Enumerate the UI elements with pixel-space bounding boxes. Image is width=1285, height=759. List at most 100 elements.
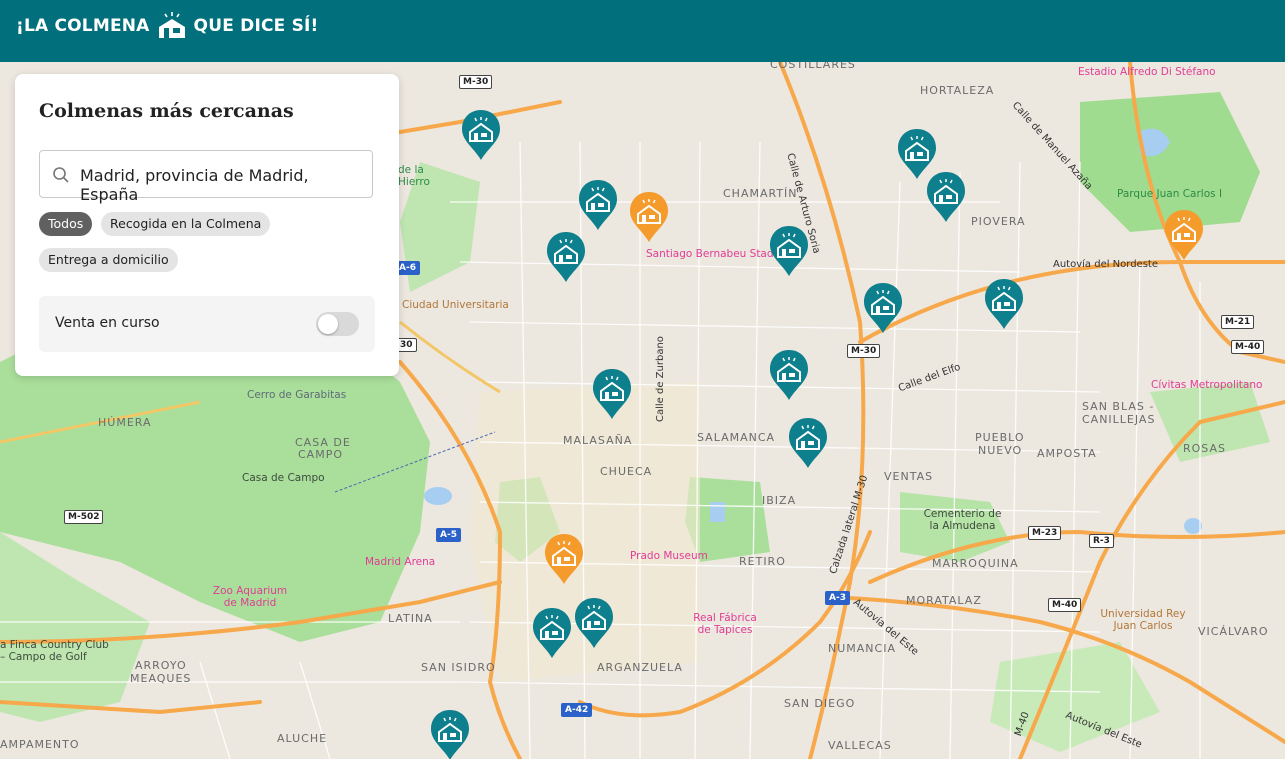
hive-pin[interactable] — [429, 708, 471, 759]
search-icon — [53, 167, 69, 183]
poi-label[interactable]: Estadio Alfredo Di Stéfano — [1078, 66, 1216, 78]
nearest-hives-panel: Colmenas más cercanas Madrid, provincia … — [15, 74, 399, 376]
road-shield: M-30 — [847, 344, 881, 358]
hive-pin[interactable] — [925, 170, 967, 224]
hive-marker-icon — [789, 418, 827, 468]
district-label: AMPOSTA — [1037, 447, 1097, 460]
poi-label[interactable]: Cementerio de la Almudena — [920, 508, 1005, 532]
poi-label[interactable]: Ciudad Universitaria — [402, 299, 509, 311]
district-label: ROSAS — [1183, 442, 1226, 455]
hive-pin[interactable] — [983, 277, 1025, 331]
district-label: AMPAMENTO — [0, 738, 80, 751]
district-label: SAN BLAS - — [1082, 400, 1155, 413]
filter-chip-entrega[interactable]: Entrega a domicilio — [39, 248, 178, 272]
hive-marker-icon — [770, 226, 808, 276]
filter-chip-todos[interactable]: Todos — [39, 212, 93, 236]
filter-chip-recogida[interactable]: Recogida en la Colmena — [101, 212, 271, 236]
poi-label[interactable]: a Finca Country Club – Campo de Golf — [0, 639, 110, 663]
hive-pin-orange[interactable] — [543, 532, 585, 586]
district-label: SALAMANCA — [697, 431, 776, 444]
hive-pin[interactable] — [531, 606, 573, 660]
road-shield: 30 — [396, 338, 417, 352]
poi-label[interactable]: Parque Juan Carlos I — [1117, 188, 1222, 200]
district-label: IBIZA — [762, 494, 797, 507]
district-label: VENTAS — [884, 470, 934, 483]
district-label: ARGANZUELA — [597, 661, 683, 674]
hive-marker-icon — [1165, 210, 1203, 260]
hive-marker-icon — [545, 534, 583, 584]
hive-marker-icon — [864, 283, 902, 333]
district-label: HÚMERA — [98, 416, 152, 429]
hive-marker-icon — [533, 608, 571, 658]
district-label: MEAQUES — [130, 672, 192, 685]
district-label: SAN ISIDRO — [421, 661, 496, 674]
district-label: SAN DIEGO — [784, 697, 856, 710]
district-label: NUMANCIA — [828, 642, 896, 655]
district-label: VICÁLVARO — [1198, 625, 1269, 638]
district-label: COSTILLARES — [770, 62, 856, 71]
poi-label[interactable]: Santiago Bernabeu Stadium — [646, 248, 793, 260]
hive-marker-icon — [927, 172, 965, 222]
road-shield: A-5 — [436, 528, 461, 542]
hive-pin[interactable] — [768, 224, 810, 278]
hive-marker-icon — [575, 598, 613, 648]
beehive-house-icon — [158, 12, 185, 38]
hive-pin[interactable] — [573, 596, 615, 650]
poi-label[interactable]: Prado Museum — [630, 550, 708, 562]
district-label: RETIRO — [739, 555, 786, 568]
hive-marker-icon — [579, 180, 617, 230]
poi-label[interactable]: Madrid Arena — [365, 556, 435, 568]
venta-en-curso-toggle[interactable] — [316, 312, 359, 336]
road-shield: M-502 — [64, 510, 104, 524]
district-label: HORTALEZA — [920, 84, 995, 97]
poi-label[interactable]: Cerro de Garabitas — [247, 389, 346, 401]
district-label: ARROYO — [135, 659, 187, 672]
poi-label[interactable]: Universidad Rey Juan Carlos — [1098, 608, 1188, 632]
district-label: PIOVERA — [971, 215, 1026, 228]
toggle-knob — [318, 314, 338, 334]
hive-marker-icon — [547, 232, 585, 282]
hive-marker-icon — [431, 710, 469, 759]
poi-label[interactable]: Zoo Aquarium de Madrid — [212, 585, 288, 609]
district-label: MALASAÑA — [563, 434, 633, 447]
poi-label[interactable]: Real Fábrica de Tapices — [690, 612, 760, 636]
street-label: Autovía del Nordeste — [1053, 259, 1158, 270]
hive-marker-icon — [462, 110, 500, 160]
road-shield: M-40 — [1231, 340, 1265, 354]
district-label: LATINA — [388, 612, 433, 625]
hive-pin[interactable] — [545, 230, 587, 284]
hive-pin[interactable] — [787, 416, 829, 470]
road-shield: M-40 — [1048, 598, 1082, 612]
toggle-label: Venta en curso — [55, 315, 160, 331]
district-label: ALUCHE — [277, 732, 328, 745]
hive-marker-icon — [985, 279, 1023, 329]
road-shield: M-21 — [1221, 315, 1255, 329]
hive-marker-icon — [593, 369, 631, 419]
hive-pin-orange[interactable] — [628, 190, 670, 244]
location-search-input[interactable]: Madrid, provincia de Madrid, España — [39, 150, 373, 204]
road-shield: M-30 — [459, 75, 493, 89]
app-logo[interactable]: ¡LA COLMENA QUE DICE SÍ! — [16, 6, 319, 46]
hive-pin[interactable] — [577, 178, 619, 232]
district-label: CHUECA — [600, 465, 653, 478]
poi-label[interactable]: de la Hierro — [398, 164, 438, 188]
hive-pin[interactable] — [460, 108, 502, 162]
hive-pin[interactable] — [862, 281, 904, 335]
road-shield: A-42 — [561, 703, 593, 717]
hive-pin[interactable] — [768, 348, 810, 402]
poi-label[interactable]: Cívitas Metropolitano — [1151, 379, 1262, 391]
search-value: Madrid, provincia de Madrid, España — [80, 166, 309, 204]
hive-pin[interactable] — [591, 367, 633, 421]
top-header: ¡LA COLMENA QUE DICE SÍ! — [0, 0, 1285, 62]
district-label: NUEVO — [978, 444, 1023, 457]
district-label: PUEBLO — [975, 431, 1025, 444]
hive-pin-orange[interactable] — [1163, 208, 1205, 262]
district-label: CAMPO — [298, 448, 343, 461]
panel-title: Colmenas más cercanas — [39, 100, 294, 122]
road-shield: M-23 — [1028, 526, 1062, 540]
district-label: MARROQUINA — [932, 557, 1019, 570]
road-shield: R-3 — [1089, 534, 1114, 548]
poi-label[interactable]: Casa de Campo — [242, 472, 325, 484]
hive-marker-icon — [630, 192, 668, 242]
district-label: MORATALAZ — [906, 594, 982, 607]
